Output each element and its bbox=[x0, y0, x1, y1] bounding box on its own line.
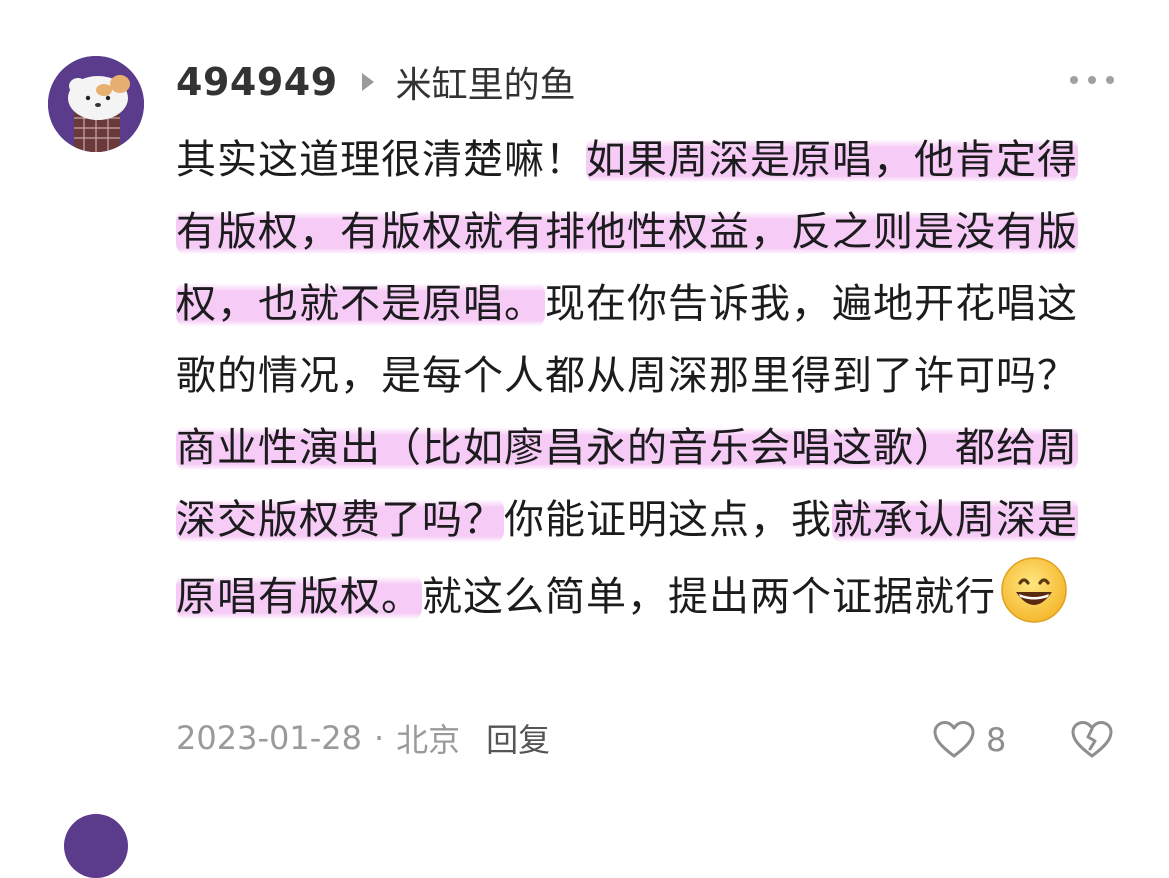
more-dots-icon[interactable] bbox=[1070, 74, 1114, 86]
avatar-image bbox=[48, 56, 144, 152]
comment-meta: 2023-01-28 · 北京 回复 bbox=[176, 712, 550, 764]
comment-text-segment: 就这么简单，提出两个证据就行 bbox=[422, 574, 996, 620]
comment-text-segment: 其实这道理很清楚嘛！ bbox=[176, 137, 586, 183]
comment-header: 494949 米缸里的鱼 bbox=[176, 54, 576, 110]
comment-location: 北京 bbox=[396, 721, 461, 759]
next-comment-avatar[interactable] bbox=[64, 814, 128, 878]
comment-card: 494949 米缸里的鱼 其实这道理很清楚嘛！如果周深是原唱，他肯定得有版权，有… bbox=[0, 0, 1169, 878]
broken-heart-icon bbox=[1071, 721, 1113, 758]
comment-body: 其实这道理很清楚嘛！如果周深是原唱，他肯定得有版权，有版权就有排他性权益，反之则… bbox=[176, 124, 1116, 633]
meta-separator: · bbox=[373, 719, 385, 757]
triangle-right-icon bbox=[361, 73, 374, 91]
avatar[interactable] bbox=[48, 56, 144, 152]
dot bbox=[1070, 76, 1078, 84]
grinning-face-emoji bbox=[1000, 556, 1068, 624]
reply-target-username[interactable]: 米缸里的鱼 bbox=[396, 56, 576, 108]
username[interactable]: 494949 bbox=[176, 60, 338, 104]
reply-button[interactable]: 回复 bbox=[486, 715, 550, 761]
like-button[interactable]: 8 bbox=[932, 716, 1006, 764]
like-count: 8 bbox=[986, 721, 1007, 759]
dislike-button[interactable] bbox=[1070, 720, 1114, 764]
comment-date: 2023-01-28 bbox=[176, 719, 362, 757]
heart-icon bbox=[933, 721, 975, 758]
comment-text-segment: 你能证明这点，我 bbox=[504, 497, 832, 543]
dot bbox=[1106, 76, 1114, 84]
dot bbox=[1088, 76, 1096, 84]
